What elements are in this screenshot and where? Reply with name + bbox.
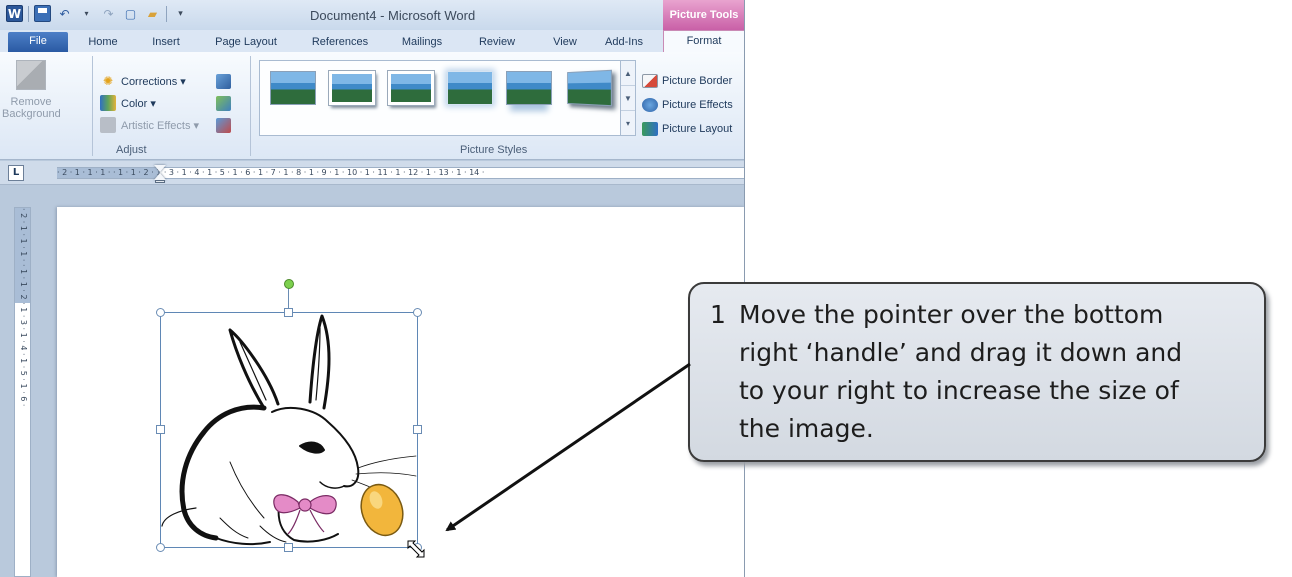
- vertical-ruler[interactable]: · 2 · 1 · 1 · 1 · · 1 · 1 · 2 · 1 · 3 · …: [14, 207, 31, 577]
- hanging-indent-marker[interactable]: [154, 173, 166, 180]
- color-button[interactable]: Color ▾: [100, 94, 156, 112]
- remove-background-label-2: Background: [2, 108, 61, 120]
- picture-styles-gallery[interactable]: [259, 60, 621, 136]
- ribbon-tabs: File Home Insert Page Layout References …: [0, 30, 744, 52]
- change-picture-glyph: [215, 95, 231, 111]
- selection-frame: [160, 312, 418, 548]
- remove-background-label-1: Remove: [10, 96, 52, 108]
- middle-left-handle[interactable]: [156, 425, 165, 434]
- reset-picture-glyph: [215, 117, 231, 133]
- color-label: Color ▾: [121, 97, 156, 110]
- new-document-icon[interactable]: ▢: [122, 5, 139, 22]
- window-title: Document4 - Microsoft Word: [310, 8, 476, 23]
- picture-effects-icon: [642, 98, 658, 112]
- corrections-icon: ✺: [102, 74, 114, 88]
- artistic-effects-button[interactable]: Artistic Effects ▾: [100, 116, 199, 134]
- picture-style-thumb[interactable]: [506, 71, 552, 105]
- first-line-indent-marker[interactable]: [154, 165, 166, 172]
- tab-mailings[interactable]: Mailings: [394, 33, 450, 52]
- middle-right-handle[interactable]: [413, 425, 422, 434]
- word-window: W ↶ ▾ ↷ ▢ ▰ ▾ Document4 - Microsoft Word…: [0, 0, 745, 577]
- gallery-scrollbar[interactable]: ▲ ▼ ▾: [621, 60, 636, 136]
- tab-page-layout[interactable]: Page Layout: [210, 33, 282, 52]
- picture-border-button[interactable]: Picture Border: [642, 72, 732, 90]
- open-folder-icon[interactable]: ▰: [144, 5, 161, 22]
- gallery-scroll-up-icon[interactable]: ▲: [621, 61, 635, 86]
- callout-line-3: to your right to increase the size of: [739, 376, 1179, 405]
- picture-layout-icon: [642, 122, 658, 136]
- tab-add-ins[interactable]: Add-Ins: [596, 33, 652, 52]
- redo-icon[interactable]: ↷: [100, 5, 117, 22]
- callout-line-2: right ‘handle’ and drag it down and: [739, 338, 1183, 367]
- corrections-label: Corrections ▾: [121, 75, 186, 88]
- picture-styles-group-label: Picture Styles: [460, 144, 528, 156]
- tab-file[interactable]: File: [8, 32, 68, 52]
- bottom-left-handle[interactable]: [156, 543, 165, 552]
- top-left-handle[interactable]: [156, 308, 165, 317]
- word-logo-icon[interactable]: W: [6, 5, 23, 22]
- callout-step-number: 1: [710, 300, 726, 329]
- picture-border-label: Picture Border: [662, 75, 733, 87]
- title-bar: W ↶ ▾ ↷ ▢ ▰ ▾ Document4 - Microsoft Word…: [0, 0, 744, 30]
- ribbon: Remove Background ✺ Corrections ▾ Color …: [0, 52, 744, 160]
- compress-pictures-glyph: [215, 73, 231, 89]
- callout-line-4: the image.: [739, 414, 874, 443]
- color-icon: [100, 95, 116, 111]
- callout-line-1: 1 Move the pointer over the bottom: [710, 296, 1246, 334]
- picture-style-thumb[interactable]: [447, 71, 493, 105]
- picture-style-thumb[interactable]: [270, 71, 316, 105]
- picture-layout-button[interactable]: Picture Layout: [642, 120, 732, 138]
- gallery-more-icon[interactable]: ▾: [621, 111, 635, 136]
- picture-style-thumb[interactable]: [388, 71, 434, 105]
- compress-pictures-icon[interactable]: [213, 72, 233, 90]
- diagonal-resize-cursor-icon: [407, 540, 425, 558]
- vertical-ruler-numbers: · 2 · 1 · 1 · 1 · · 1 · 1 · 2 · 1 · 3 · …: [19, 208, 28, 407]
- tab-review[interactable]: Review: [472, 33, 522, 52]
- top-center-handle[interactable]: [284, 308, 293, 317]
- remove-background-button[interactable]: Remove Background: [2, 60, 61, 120]
- tab-format[interactable]: Format: [663, 30, 744, 52]
- dropdown-arrow-icon[interactable]: ▾: [78, 5, 95, 22]
- picture-effects-label: Picture Effects: [662, 99, 733, 111]
- picture-border-icon: [642, 74, 658, 88]
- toolbar-separator: [166, 5, 167, 22]
- top-right-handle[interactable]: [413, 308, 422, 317]
- remove-background-icon: [16, 60, 46, 90]
- picture-style-thumb[interactable]: [329, 71, 375, 105]
- indent-marker[interactable]: [154, 165, 166, 183]
- adjust-group-label: Adjust: [116, 144, 147, 156]
- picture-style-thumb[interactable]: [567, 69, 612, 107]
- customize-toolbar-icon[interactable]: ▾: [172, 5, 189, 22]
- undo-icon[interactable]: ↶: [56, 5, 73, 22]
- horizontal-ruler: L · 2 · 1 · 1 · 1 · · 1 · 1 · 2 · 1 · 3 …: [0, 161, 744, 185]
- tab-home[interactable]: Home: [80, 33, 126, 52]
- tab-references[interactable]: References: [302, 33, 378, 52]
- corrections-button[interactable]: ✺ Corrections ▾: [100, 72, 186, 90]
- save-icon[interactable]: [34, 5, 51, 22]
- tab-insert[interactable]: Insert: [144, 33, 188, 52]
- picture-effects-button[interactable]: Picture Effects: [642, 96, 733, 114]
- left-indent-marker[interactable]: [155, 180, 165, 183]
- picture-tools-context-label: Picture Tools: [663, 0, 744, 30]
- bottom-center-handle[interactable]: [284, 543, 293, 552]
- picture-layout-label: Picture Layout: [662, 123, 733, 135]
- toolbar-separator: [28, 5, 29, 22]
- instruction-callout: 1 Move the pointer over the bottom right…: [688, 282, 1266, 462]
- group-separator: [92, 56, 93, 156]
- gallery-scroll-down-icon[interactable]: ▼: [621, 86, 635, 111]
- reset-picture-icon[interactable]: [213, 116, 233, 134]
- change-picture-icon[interactable]: [213, 94, 233, 112]
- quick-access-toolbar: W ↶ ▾ ↷ ▢ ▰ ▾: [6, 5, 189, 22]
- group-separator: [250, 56, 251, 156]
- tab-view[interactable]: View: [545, 33, 585, 52]
- artistic-effects-icon: [100, 117, 116, 133]
- rotation-handle[interactable]: [284, 279, 294, 289]
- tab-selector-button[interactable]: L: [8, 165, 24, 181]
- artistic-effects-label: Artistic Effects ▾: [121, 119, 200, 132]
